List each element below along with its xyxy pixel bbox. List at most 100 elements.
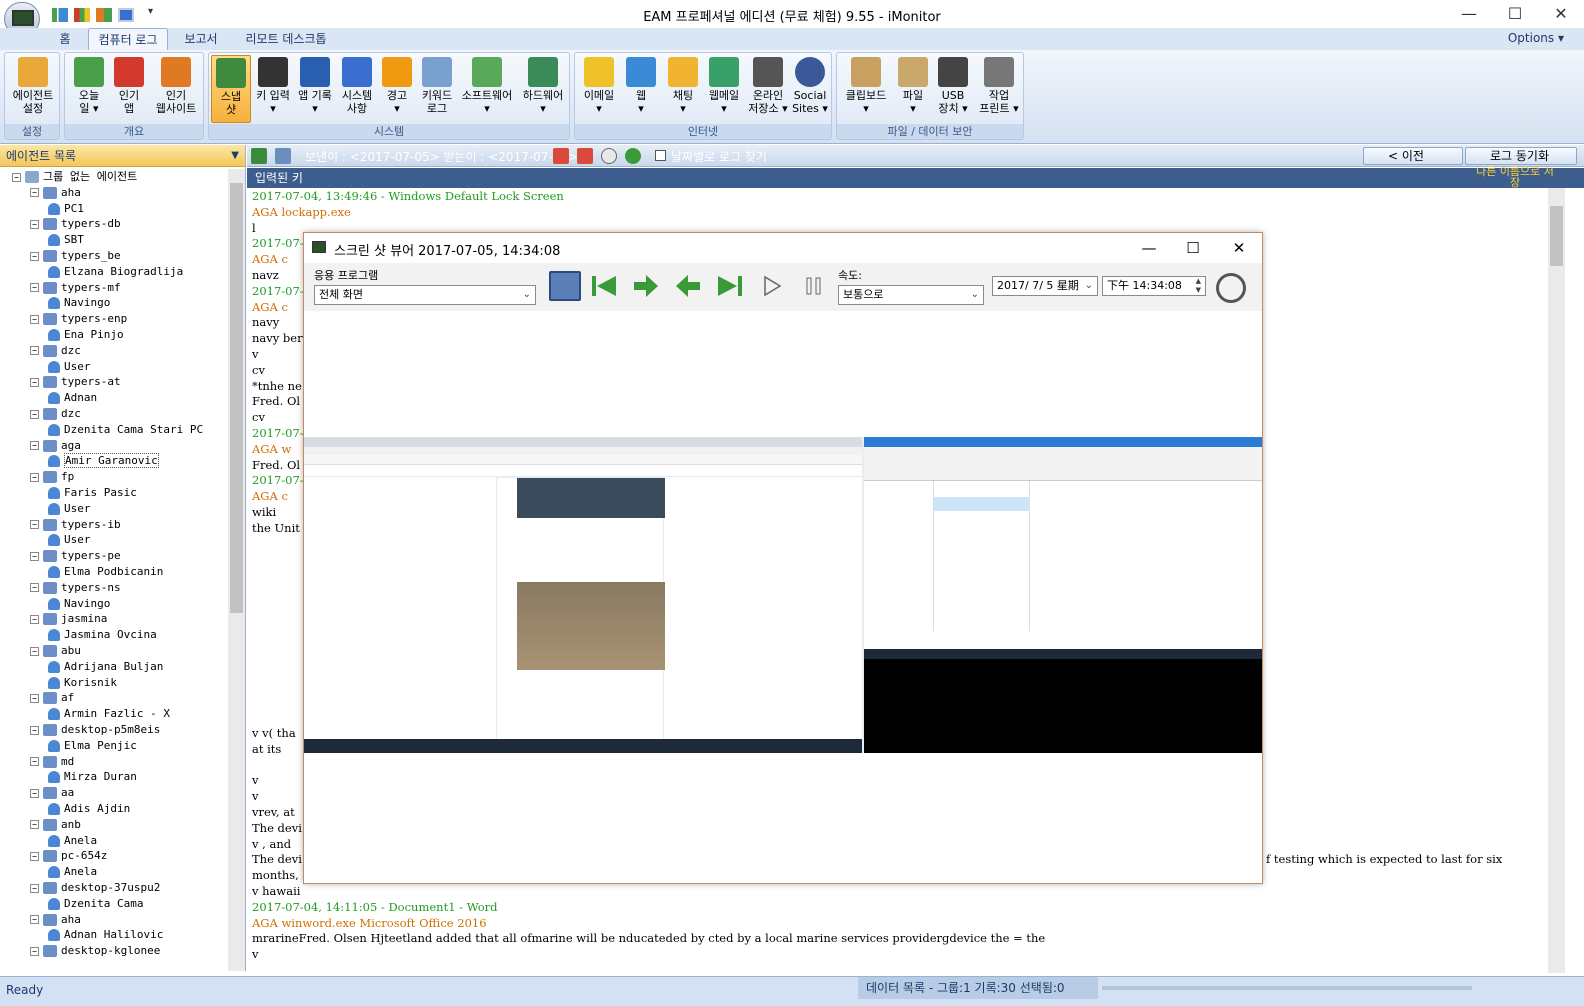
tree-toggle-icon[interactable]: − (30, 251, 39, 261)
tab-reports[interactable]: 보고서 (170, 28, 232, 50)
save-as-link[interactable]: 나른 이름으로 서 장 (1470, 166, 1560, 188)
date-picker[interactable]: 2017/ 7/ 5 星期 ⌄ (992, 276, 1098, 296)
chevron-down-icon[interactable]: ▼ (231, 145, 239, 167)
tree-toggle-icon[interactable]: − (30, 583, 39, 593)
tree-toggle-icon[interactable]: − (30, 757, 39, 767)
tree-group-item[interactable]: − desktop-37uspu2 (30, 880, 160, 896)
dialog-close-button[interactable]: ✕ (1216, 233, 1262, 263)
app-select[interactable]: 전체 화면 ⌄ (314, 285, 536, 305)
top-apps-button[interactable]: 인기 앱 (111, 55, 147, 123)
tree-agent-item[interactable]: User (48, 359, 91, 375)
chat-button[interactable]: 채팅 ▾ (663, 55, 703, 123)
time-picker[interactable]: 下午 14:34:08 ▲ ▼ (1102, 276, 1206, 296)
tree-group-item[interactable]: − desktop-p5m8eis (30, 722, 160, 738)
export-excel-icon[interactable] (251, 148, 267, 164)
tree-group-item[interactable]: − typers-pe (30, 548, 121, 564)
agent-list-header[interactable]: 에이전트 목록 ▼ (0, 145, 245, 167)
tree-toggle-icon[interactable]: − (30, 551, 39, 561)
tab-remote-desktop[interactable]: 리모트 데스크톱 (236, 28, 336, 50)
tree-group-item[interactable]: − typers-enp (30, 311, 127, 327)
tree-agent-item[interactable]: Navingo (48, 596, 110, 612)
tree-agent-item[interactable]: Faris Pasic (48, 485, 137, 501)
speed-select[interactable]: 보통으로 ⌄ (838, 285, 984, 305)
tab-home[interactable]: 홈 (44, 28, 86, 50)
tree-group-item[interactable]: − desktop-kglonee (30, 943, 160, 959)
calendar-from-icon[interactable] (553, 148, 569, 164)
tree-toggle-icon[interactable]: − (30, 820, 39, 830)
tree-agent-item[interactable]: Dzenita Cama Stari PC (48, 422, 203, 438)
tree-group-item[interactable]: − anb (30, 817, 81, 833)
tree-toggle-icon[interactable]: − (30, 219, 39, 229)
dialog-minimize-button[interactable]: — (1126, 233, 1172, 263)
keystrokes-button[interactable]: 키 입력 ▾ (253, 55, 293, 123)
scrollbar-thumb[interactable] (230, 183, 243, 613)
tab-computer-log[interactable]: 컴퓨터 로그 (88, 28, 168, 50)
social-sites-button[interactable]: Social Sites ▾ (789, 55, 831, 123)
tree-group-item[interactable]: − pc-654z (30, 848, 107, 864)
app-history-button[interactable]: 앱 기록 ▾ (295, 55, 335, 123)
tree-toggle-icon[interactable]: − (30, 725, 39, 735)
pause-button[interactable] (798, 271, 830, 301)
tree-group-item[interactable]: − aa (30, 785, 74, 801)
snapshot-button[interactable]: 스냅 샷 (211, 55, 251, 123)
export-image-icon[interactable] (275, 148, 291, 164)
tree-toggle-icon[interactable]: − (30, 693, 39, 703)
tree-group-item[interactable]: − abu (30, 643, 81, 659)
tree-toggle-icon[interactable]: − (30, 409, 39, 419)
tree-toggle-icon[interactable]: − (30, 346, 39, 356)
tree-agent-item[interactable]: User (48, 501, 91, 517)
spinner-icon[interactable]: ▲ ▼ (1196, 277, 1201, 295)
tree-group-item[interactable]: − af (30, 690, 74, 706)
file-button[interactable]: 파일 ▾ (893, 55, 933, 123)
tree-group-item[interactable]: − dzc (30, 343, 81, 359)
software-button[interactable]: 소프트웨어 ▾ (459, 55, 515, 123)
alerts-button[interactable]: 경고 ▾ (379, 55, 415, 123)
tree-group-item[interactable]: − dzc (30, 406, 81, 422)
today-button[interactable]: 오늘 일 ▾ (67, 55, 111, 123)
tree-toggle-icon[interactable]: − (30, 377, 39, 387)
tree-agent-item[interactable]: Ena Pinjo (48, 327, 124, 343)
clock-icon[interactable] (601, 148, 617, 164)
agent-list-scrollbar[interactable] (228, 169, 245, 971)
find-by-date-checkbox[interactable] (655, 150, 666, 161)
system-info-button[interactable]: 시스템 사항 (337, 55, 377, 123)
print-job-button[interactable]: 작업 프린트 ▾ (975, 55, 1023, 123)
tree-agent-item[interactable]: Adrijana Buljan (48, 659, 163, 675)
prev-frame-button[interactable] (672, 271, 704, 301)
tree-agent-item[interactable]: Dzenita Cama (48, 896, 143, 912)
log-scrollbar[interactable] (1548, 188, 1565, 973)
tree-agent-item[interactable]: Adnan Halilovic (48, 927, 163, 943)
last-frame-button[interactable] (714, 271, 746, 301)
tree-agent-item[interactable]: PC1 (48, 201, 84, 217)
tree-agent-item[interactable]: Elma Penjic (48, 738, 137, 754)
tree-toggle-icon[interactable]: − (30, 614, 39, 624)
tree-group-item[interactable]: − aga (30, 438, 81, 454)
tree-agent-item[interactable]: Elzana Biogradlija (48, 264, 183, 280)
web-button[interactable]: 웹 ▾ (621, 55, 661, 123)
tree-agent-item[interactable]: Adis Ajdin (48, 801, 130, 817)
sync-log-button[interactable]: 로그 동기화 (1465, 147, 1577, 165)
tree-agent-item[interactable]: Adnan (48, 390, 97, 406)
tree-group-item[interactable]: − fp (30, 469, 74, 485)
play-button[interactable] (756, 271, 788, 301)
tree-root-item[interactable]: − 그룹 없는 에이전트 (12, 169, 137, 185)
tree-toggle-icon[interactable]: − (30, 788, 39, 798)
tree-group-item[interactable]: − aha (30, 912, 81, 928)
tree-group-item[interactable]: − typers_be (30, 248, 121, 264)
tree-agent-item[interactable]: Jasmina Ovcina (48, 627, 157, 643)
tree-toggle-icon[interactable]: − (12, 172, 21, 182)
minimize-button[interactable]: — (1446, 0, 1492, 28)
tree-group-item[interactable]: − typers-ns (30, 580, 121, 596)
go-to-time-icon[interactable] (1216, 273, 1246, 303)
zoom-slider[interactable] (1102, 986, 1472, 990)
tree-toggle-icon[interactable]: − (30, 314, 39, 324)
tree-toggle-icon[interactable]: − (30, 283, 39, 293)
tree-toggle-icon[interactable]: − (30, 188, 39, 198)
tree-group-item[interactable]: − typers-ib (30, 517, 121, 533)
tree-group-item[interactable]: − jasmina (30, 611, 107, 627)
clipboard-button[interactable]: 클립보드 ▾ (839, 55, 893, 123)
webmail-button[interactable]: 웹메일 ▾ (703, 55, 745, 123)
tree-group-item[interactable]: − md (30, 754, 74, 770)
tree-agent-item[interactable]: Mirza Duran (48, 769, 137, 785)
top-websites-button[interactable]: 인기 웹사이트 (149, 55, 203, 123)
